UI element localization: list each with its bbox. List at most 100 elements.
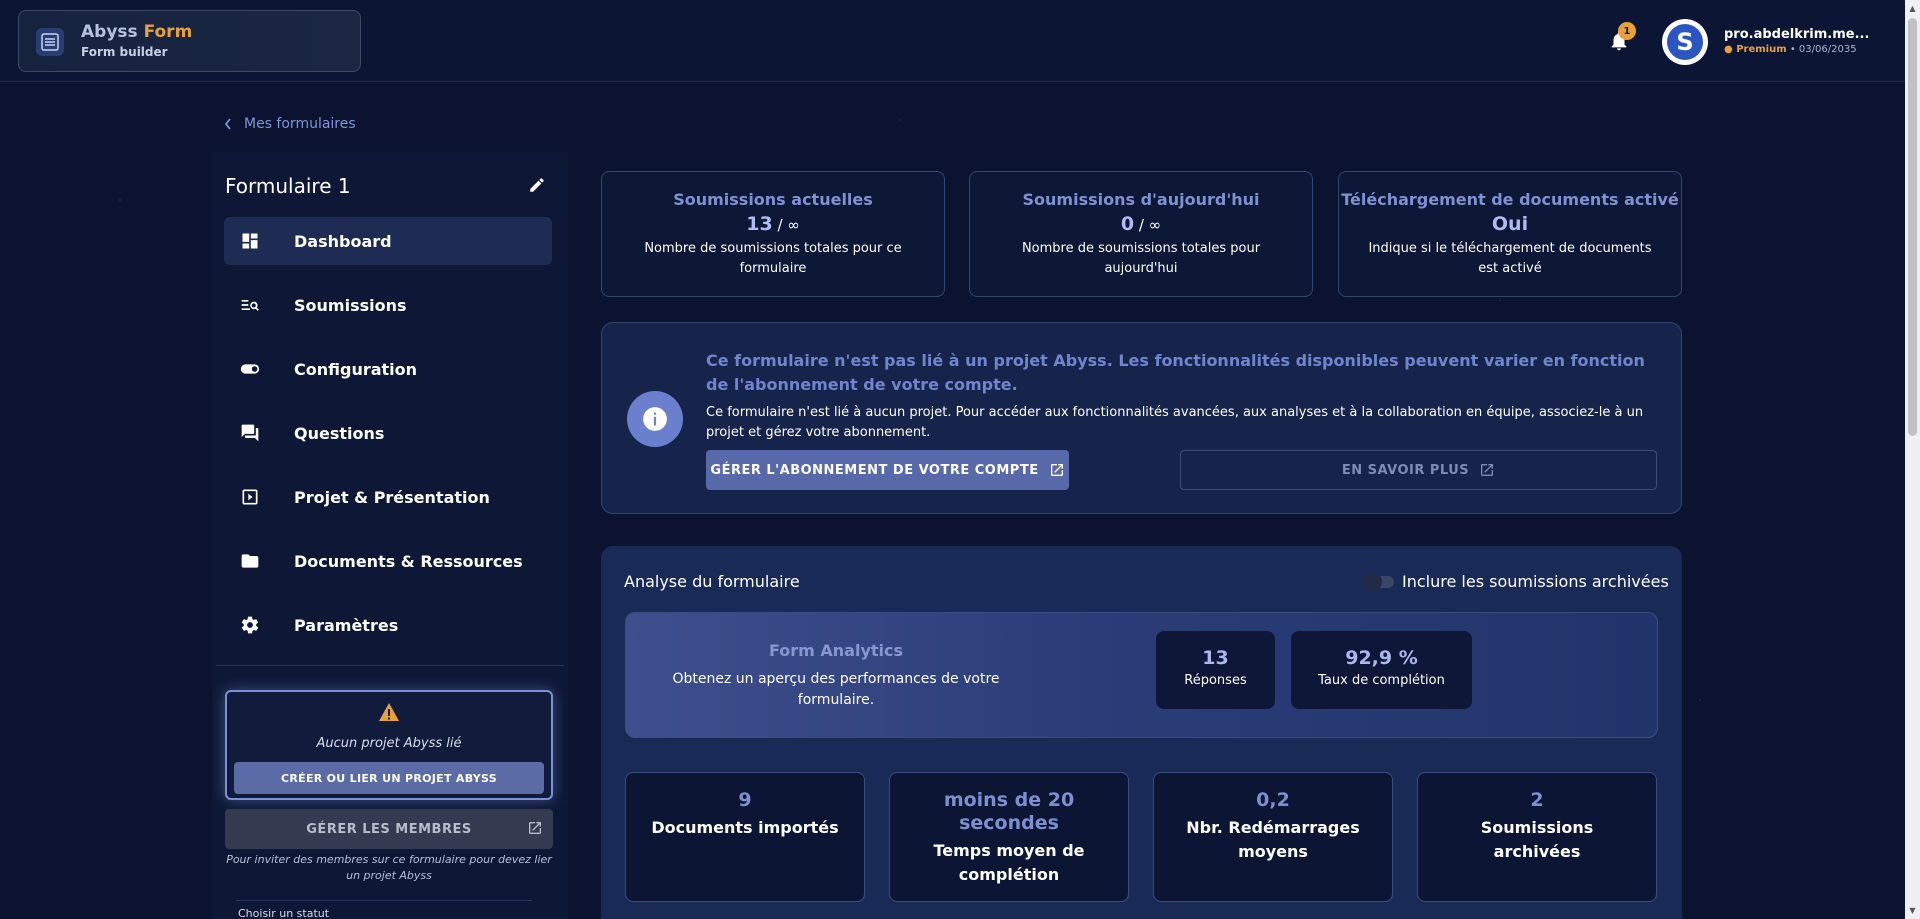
brand-card[interactable]: Abyss Form Form builder	[18, 10, 361, 72]
external-link-icon	[1050, 464, 1063, 476]
stat-card-today: Soumissions d'aujourd'hui 0 / ∞ Nombre d…	[969, 171, 1313, 297]
stat-value: 0 / ∞	[1120, 213, 1162, 235]
stat-desc: Nombre de soumissions totales pour aujou…	[1021, 241, 1261, 276]
stat-value: 13 / ∞	[746, 213, 800, 235]
sidebar-item-label: Projet & Présentation	[294, 487, 490, 507]
kpi-responses: 13 Réponses	[1156, 631, 1275, 709]
user-name[interactable]: pro.abdelkrim.me...	[1724, 27, 1869, 42]
metric-label: Soumissions archivées	[1480, 817, 1594, 861]
info-text: Ce formulaire n'est lié à aucun projet. …	[706, 405, 1644, 440]
sidebar-item-label: Documents & Ressources	[294, 551, 523, 571]
metric-value: 0,2	[1256, 789, 1290, 811]
sidebar-item-configuration[interactable]: Configuration	[224, 345, 552, 393]
brand-title: Abyss Form	[81, 22, 193, 42]
notification-badge: 1	[1618, 22, 1636, 40]
slideshow-icon	[238, 485, 262, 509]
metric-value: 2	[1530, 789, 1544, 811]
external-link-icon	[1481, 464, 1494, 476]
learn-more-button[interactable]: EN SAVOIR PLUS	[1180, 450, 1657, 490]
manage-subscription-button[interactable]: GÉRER L'ABONNEMENT DE VOTRE COMPTE	[706, 450, 1069, 490]
metric-label: Documents importés	[651, 817, 839, 837]
toggle-knob	[1364, 572, 1382, 591]
chevron-left-icon	[224, 118, 231, 130]
page-scrollbar[interactable]: ▲ ▼	[1905, 0, 1920, 919]
info-title: Ce formulaire n'est pas lié à un projet …	[706, 351, 1645, 394]
project-link-box: Aucun projet Abyss lié CRÉER OU LIER UN …	[225, 690, 553, 800]
sidebar-item-soumissions[interactable]: Soumissions	[224, 281, 552, 329]
manage-subscription-label: GÉRER L'ABONNEMENT DE VOTRE COMPTE	[710, 462, 1039, 478]
breadcrumb[interactable]: Mes formulaires	[224, 116, 356, 132]
stat-desc: Indique si le téléchargement de document…	[1368, 241, 1652, 276]
top-header: Abyss Form Form builder 1 S pro.abdelkri…	[0, 0, 1905, 82]
metric-label: Temps moyen de complétion	[933, 840, 1085, 884]
analysis-title: Analyse du formulaire	[624, 572, 800, 591]
kpi-value: 92,9 %	[1345, 647, 1418, 669]
kpi-completion-rate: 92,9 % Taux de complétion	[1291, 631, 1472, 709]
form-title: Formulaire 1	[225, 174, 351, 198]
sidebar-item-label: Configuration	[294, 359, 418, 379]
create-project-button[interactable]: CRÉER OU LIER UN PROJET ABYSS	[234, 762, 544, 794]
info-icon	[627, 391, 683, 447]
metric-label: Nbr. Redémarrages moyens	[1186, 817, 1360, 861]
toggle-label: Inclure les soumissions archivées	[1402, 572, 1669, 591]
sidebar-item-label: Soumissions	[294, 295, 407, 315]
stat-title: Soumissions actuelles	[673, 190, 873, 209]
toggle-icon	[238, 357, 262, 381]
sidebar-item-documents[interactable]: Documents & Ressources	[224, 537, 552, 585]
form-analytics-desc: Obtenez un aperçu des performances de vo…	[672, 671, 1000, 708]
stat-card-upload: Téléchargement de documents activé Oui I…	[1338, 171, 1682, 297]
metric-restarts: 0,2 Nbr. Redémarrages moyens	[1153, 772, 1393, 902]
stat-card-current: Soumissions actuelles 13 / ∞ Nombre de s…	[601, 171, 945, 297]
user-meta: ● Premium • 03/06/2035	[1724, 44, 1857, 55]
sidebar-item-projet[interactable]: Projet & Présentation	[224, 473, 552, 521]
manage-members-label: GÉRER LES MEMBRES	[306, 821, 472, 837]
form-analytics-box: Form Analytics Obtenez un aperçu des per…	[625, 612, 1658, 738]
scroll-down-icon[interactable]: ▼	[1908, 906, 1917, 915]
breadcrumb-link[interactable]: Mes formulaires	[244, 116, 356, 132]
brand-subtitle: Form builder	[81, 45, 168, 59]
no-project-text: Aucun projet Abyss lié	[316, 736, 462, 751]
stat-value: Oui	[1491, 213, 1529, 235]
gear-icon	[238, 613, 262, 637]
scroll-up-icon[interactable]: ▲	[1908, 4, 1917, 13]
sidebar-item-questions[interactable]: Questions	[224, 409, 552, 457]
sidebar-item-label: Questions	[294, 423, 385, 443]
form-logo-icon	[36, 28, 64, 56]
dashboard-icon	[238, 229, 262, 253]
toggle-switch[interactable]	[1364, 572, 1394, 591]
manage-members-button[interactable]: GÉRER LES MEMBRES	[225, 809, 553, 849]
stat-desc: Nombre de soumissions totales pour ce fo…	[644, 241, 902, 276]
external-link-icon	[527, 820, 543, 836]
kpi-value: 13	[1202, 647, 1229, 669]
stat-title: Soumissions d'aujourd'hui	[1022, 190, 1260, 209]
metric-value: 9	[738, 789, 752, 811]
list-search-icon	[238, 293, 262, 317]
kpi-label: Taux de complétion	[1318, 673, 1445, 688]
status-select-label[interactable]: Choisir un statut	[238, 907, 329, 919]
folder-icon	[238, 549, 262, 573]
metric-archived: 2 Soumissions archivées	[1417, 772, 1657, 902]
learn-more-label: EN SAVOIR PLUS	[1341, 462, 1470, 478]
status-divider	[236, 900, 532, 901]
stat-title: Téléchargement de documents activé	[1341, 190, 1679, 209]
archived-toggle[interactable]: Inclure les soumissions archivées	[1364, 572, 1669, 591]
avatar-letter: S	[1667, 24, 1703, 60]
kpi-label: Réponses	[1184, 673, 1247, 688]
warning-icon	[378, 702, 400, 722]
pencil-icon[interactable]	[528, 176, 546, 194]
sidebar-item-label: Dashboard	[294, 231, 392, 251]
avatar[interactable]: S	[1662, 19, 1708, 65]
sidebar-item-label: Paramètres	[294, 615, 399, 635]
members-hint: Pour inviter des membres sur ce formulai…	[226, 853, 552, 882]
metric-avg-time: moins de 20 secondes Temps moyen de comp…	[889, 772, 1129, 902]
sidebar: Formulaire 1 Dashboard Soumissions Confi…	[212, 152, 568, 919]
sidebar-item-parametres[interactable]: Paramètres	[224, 601, 552, 649]
sidebar-item-dashboard[interactable]: Dashboard	[224, 217, 552, 265]
metric-documents: 9 Documents importés	[625, 772, 865, 902]
scroll-thumb[interactable]	[1908, 18, 1917, 436]
sidebar-divider	[216, 665, 564, 666]
metric-value: moins de 20 secondes	[943, 789, 1075, 834]
chat-icon	[238, 421, 262, 445]
info-panel: Ce formulaire n'est pas lié à un projet …	[601, 322, 1682, 514]
form-analytics-title: Form Analytics	[768, 641, 904, 660]
